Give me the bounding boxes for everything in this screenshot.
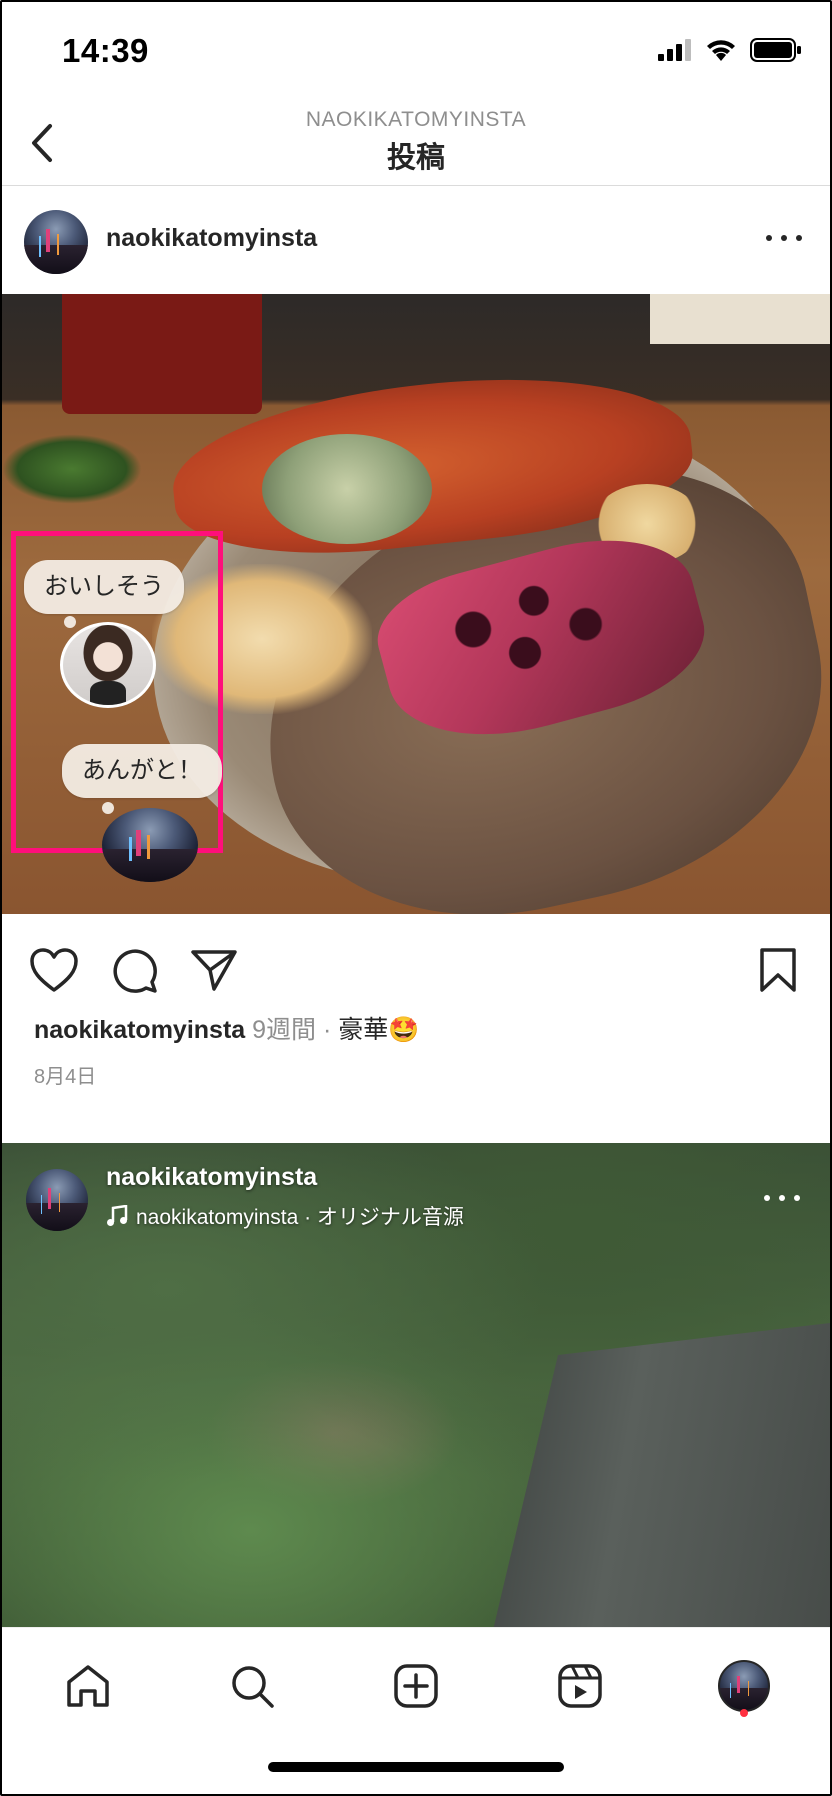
header-account-name: NAOKIKATOMYINSTA xyxy=(305,108,527,131)
bubble-tail-1 xyxy=(64,616,76,628)
battery-icon xyxy=(750,38,801,62)
nav-profile[interactable] xyxy=(716,1658,772,1714)
nav-search[interactable] xyxy=(224,1658,280,1714)
nav-create[interactable] xyxy=(388,1658,444,1714)
create-icon xyxy=(394,1664,438,1708)
home-icon xyxy=(67,1665,109,1707)
next-post-video[interactable]: naokikatomyinsta naokikatomyinsta · オリジナ… xyxy=(2,1143,830,1627)
bubble-tail-2 xyxy=(102,802,114,814)
reels-icon xyxy=(558,1664,602,1708)
caption-separator: · xyxy=(323,1016,332,1044)
share-icon xyxy=(191,950,237,991)
music-note-icon xyxy=(107,1205,128,1226)
photo-wall xyxy=(650,294,830,344)
page-title: 投稿 xyxy=(386,142,445,174)
comment-icon xyxy=(113,949,157,993)
wifi-icon xyxy=(707,40,735,61)
comment-bubble-2[interactable]: あんがと！ xyxy=(62,744,222,798)
photo-cliff xyxy=(490,1323,830,1627)
heart-icon xyxy=(30,948,78,992)
signal-icon xyxy=(658,39,691,61)
photo-greens xyxy=(2,434,142,504)
caption-text: 豪華🤩 xyxy=(338,1016,420,1044)
audio-label: naokikatomyinsta · オリジナル音源 xyxy=(136,1206,464,1229)
caption-username[interactable]: naokikatomyinsta xyxy=(34,1016,245,1044)
more-icon[interactable] xyxy=(766,232,802,244)
post-caption: naokikatomyinsta 9週間 · 豪華🤩 xyxy=(34,1010,419,1046)
status-icons xyxy=(658,38,802,62)
post-date: 8月4日 xyxy=(34,1066,97,1088)
home-indicator xyxy=(268,1762,564,1772)
caption-time: 9週間 xyxy=(252,1016,317,1044)
page-header: NAOKIKATOMYINSTA 投稿 xyxy=(0,100,832,186)
profile-avatar xyxy=(718,1660,770,1712)
next-post-more-icon[interactable] xyxy=(764,1195,800,1207)
share-button[interactable] xyxy=(188,944,240,996)
nav-reels[interactable] xyxy=(552,1658,608,1714)
status-bar: 14:39 xyxy=(0,0,832,100)
next-post-author-avatar[interactable] xyxy=(26,1169,88,1231)
next-post-username[interactable]: naokikatomyinsta xyxy=(106,1163,317,1192)
status-time: 14:39 xyxy=(62,32,149,69)
save-button[interactable] xyxy=(752,944,804,996)
nav-home[interactable] xyxy=(60,1658,116,1714)
photo-lobster-meat xyxy=(262,434,432,544)
photo-chair xyxy=(62,294,262,414)
post-header: naokikatomyinsta xyxy=(0,186,832,294)
post-author-avatar[interactable] xyxy=(24,210,88,274)
comment-button[interactable] xyxy=(108,944,160,996)
author-reply-avatar[interactable] xyxy=(102,808,198,882)
search-icon xyxy=(232,1666,274,1708)
post-author-username[interactable]: naokikatomyinsta xyxy=(106,224,317,253)
commenter-avatar[interactable] xyxy=(60,622,156,708)
like-button[interactable] xyxy=(28,944,80,996)
bookmark-icon xyxy=(760,948,796,992)
comment-bubble-1[interactable]: おいしそう xyxy=(24,560,184,614)
next-post-audio[interactable]: naokikatomyinsta · オリジナル音源 xyxy=(106,1201,464,1231)
post-actions xyxy=(0,914,832,1012)
post-photo[interactable]: おいしそう あんがと！ xyxy=(2,294,830,914)
notification-dot xyxy=(740,1709,748,1717)
